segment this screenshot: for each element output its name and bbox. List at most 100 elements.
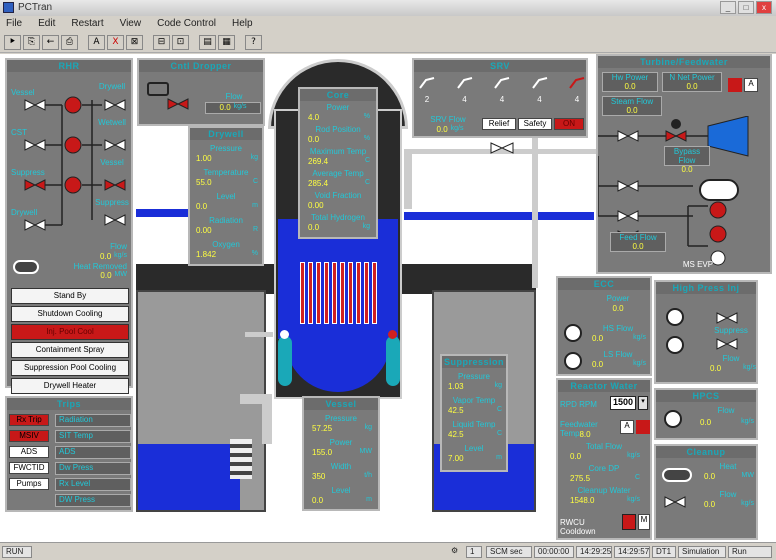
hpci-pump1-icon[interactable] xyxy=(666,308,684,326)
srv-relief-button[interactable]: Relief xyxy=(482,118,516,130)
rw-total-flow-value: 0.0 xyxy=(570,452,582,461)
srv-safety-button[interactable]: Safety xyxy=(518,118,552,130)
rw-core-dp-label: Core DP xyxy=(588,464,620,473)
srv-valve-1[interactable]: 2 xyxy=(418,76,436,104)
suppression-liquid-unit: C xyxy=(496,430,502,437)
cleanup-valve-icon[interactable] xyxy=(664,496,686,508)
cleanup-panel: Cleanup Heat 0.0 MW Flow 0.0 kg/s xyxy=(654,444,758,540)
help-icon[interactable]: ? xyxy=(245,35,262,50)
ecc-power-label: Power xyxy=(606,294,630,303)
rpd-rpm-input[interactable]: 1500 xyxy=(610,396,636,410)
stop-icon[interactable]: ⊠ xyxy=(126,35,143,50)
trip-fwctid-button[interactable]: FWCTID xyxy=(9,462,49,474)
recirc-pump-left xyxy=(278,336,292,386)
ecc-pump1-icon[interactable] xyxy=(564,324,582,342)
grid-icon[interactable]: ▦ xyxy=(218,35,235,50)
list-icon[interactable]: ▤ xyxy=(199,35,216,50)
drywell-title: Drywell xyxy=(190,128,262,140)
rhr-mode-containment-spray[interactable]: Containment Spray xyxy=(11,342,129,358)
run-icon[interactable]: ⯈ xyxy=(4,35,21,50)
ecc-power-value: 0.0 xyxy=(612,304,624,313)
srv-alarm-button[interactable]: ON xyxy=(554,118,584,130)
turbine-bypass-value: 0.0 xyxy=(681,165,693,174)
reactor-water-mode-a-button[interactable]: A xyxy=(620,420,634,434)
vessel-power-label: Power xyxy=(329,438,353,447)
menu-code-control[interactable]: Code Control xyxy=(157,18,216,30)
drywell-pressure-unit: kg xyxy=(250,154,258,161)
srv-valve-3[interactable]: 4 xyxy=(493,76,511,104)
rhr-panel: RHR Vessel CST Suppress Drywell Drywell … xyxy=(5,58,133,394)
core-title: Core xyxy=(300,89,376,101)
vessel-pressure-label: Pressure xyxy=(324,414,357,423)
ecc-pump2-icon[interactable] xyxy=(564,352,582,370)
menu-edit[interactable]: Edit xyxy=(38,18,55,30)
rhr-mode-shutdown-cooling[interactable]: Shutdown Cooling xyxy=(11,306,129,322)
minimize-icon[interactable]: _ xyxy=(720,1,736,14)
drywell-radiation-value: 0.00 xyxy=(196,226,212,235)
close-icon[interactable]: x xyxy=(756,1,772,14)
srv-valve-4[interactable]: 4 xyxy=(531,76,549,104)
turbine-mode-a-button[interactable]: A xyxy=(744,78,758,92)
vessel-pressure-value: 57.25 xyxy=(312,424,333,433)
trip-rx-button[interactable]: Rx Trip xyxy=(9,414,49,426)
reactor-water-panel: Reactor Water RPD RPM 1500 ▾ Feedwater T… xyxy=(556,378,652,540)
view2-icon[interactable]: ⊡ xyxy=(172,35,189,50)
feedwater-temp-value: 8.0 xyxy=(579,430,591,439)
rpd-rpm-dropdown-icon[interactable]: ▾ xyxy=(638,396,648,410)
trip-pumps-button[interactable]: Pumps xyxy=(9,478,49,490)
menu-file[interactable]: File xyxy=(6,18,22,30)
window-title: PCTran xyxy=(18,2,53,13)
status-speed-icon[interactable]: ⚙ xyxy=(448,546,462,558)
rhr-mode-drywell-heater[interactable]: Drywell Heater xyxy=(11,378,129,394)
rhr-heat-readout: 0.0 MW xyxy=(57,271,127,280)
hpcs-pump-icon[interactable] xyxy=(664,410,682,428)
srv-flow-label: SRV Flow xyxy=(430,115,466,124)
hpcs-title: HPCS xyxy=(656,390,756,402)
feedwater-pipe xyxy=(532,138,538,288)
print-icon[interactable]: ⎙ xyxy=(61,35,78,50)
view1-icon[interactable]: ⊟ xyxy=(153,35,170,50)
font-icon[interactable]: A xyxy=(88,35,105,50)
suppression-pressure-label: Pressure xyxy=(457,372,490,381)
cleanup-flow-unit: kg/s xyxy=(741,500,754,507)
rwcu-indicator[interactable] xyxy=(622,514,636,530)
main-steam-valve-icon[interactable] xyxy=(490,142,514,154)
core-hydrogen-unit: kg xyxy=(362,223,370,230)
srv-valve-5[interactable]: 4 xyxy=(568,76,586,104)
rhr-mode-inj-pool-cool[interactable]: Inj. Pool Cool xyxy=(11,324,129,340)
vessel-pressure-unit: kg xyxy=(364,424,372,431)
menu-restart[interactable]: Restart xyxy=(71,18,103,30)
vessel-pressure-readout: 57.25 kg xyxy=(312,424,372,433)
rw-cleanup-readout: 1548.0 kg/s xyxy=(570,496,640,505)
suppression-liquid-value: 42.5 xyxy=(448,430,464,439)
back-icon[interactable]: ← xyxy=(42,35,59,50)
menu-view[interactable]: View xyxy=(120,18,142,30)
drywell-temperature-label: Temperature xyxy=(203,168,249,177)
rhr-mode-suppression-pool-cooling[interactable]: Suppression Pool Cooling xyxy=(11,360,129,376)
srv-valve-2[interactable]: 4 xyxy=(456,76,474,104)
menu-help[interactable]: Help xyxy=(232,18,253,30)
delete-icon[interactable]: X xyxy=(107,35,124,50)
hpci-valve1-icon[interactable] xyxy=(716,312,738,324)
rhr-flow-value: 0.0 xyxy=(100,252,112,261)
core-max-temp-label: Maximum Temp xyxy=(309,147,367,156)
hpci-valve2-icon[interactable] xyxy=(716,338,738,350)
rhr-mode-standby[interactable]: Stand By xyxy=(11,288,129,304)
trip-radiation: Radiation xyxy=(55,414,131,427)
ecc-ls-flow-label: LS Flow xyxy=(603,350,633,359)
rw-cleanup-label: Cleanup Water xyxy=(577,486,631,495)
suppression-pool-left xyxy=(138,444,240,510)
trip-msiv-button[interactable]: MSIV xyxy=(9,430,49,442)
rwcu-mode-button[interactable]: M xyxy=(638,514,650,530)
core-void-readout: 0.00 xyxy=(308,201,370,210)
srv-flow-value: 0.0 xyxy=(436,125,448,134)
copy-icon[interactable]: ⎘ xyxy=(23,35,40,50)
core-max-temp-readout: 269.4 C xyxy=(308,157,370,166)
maximize-icon[interactable]: □ xyxy=(738,1,754,14)
turbine-title: Turbine/Feedwater xyxy=(598,56,770,68)
window-title-bar: PCTran _ □ x xyxy=(0,0,776,16)
srv-flow-unit: kg/s xyxy=(450,125,464,132)
drywell-temperature-readout: 55.0 C xyxy=(196,178,258,187)
trip-ads-button[interactable]: ADS xyxy=(9,446,49,458)
hpci-pump2-icon[interactable] xyxy=(666,336,684,354)
